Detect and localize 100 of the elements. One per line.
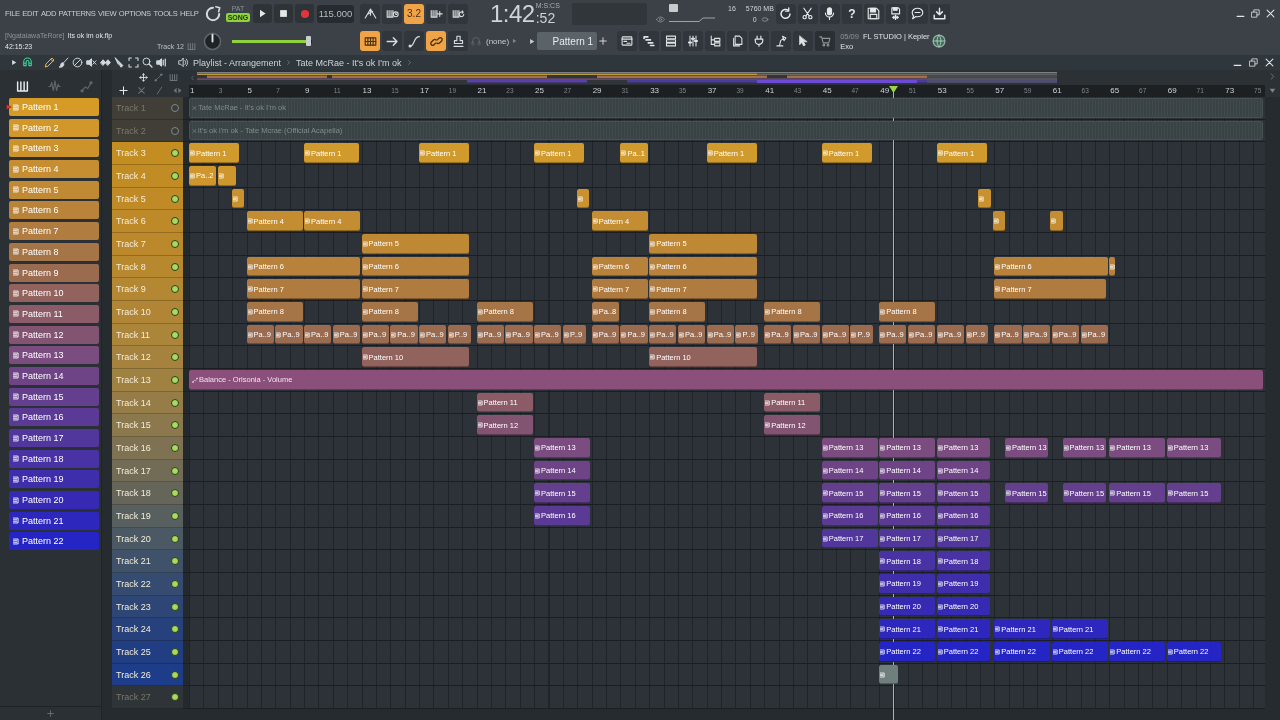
knob-icon[interactable] (203, 31, 222, 51)
pattern-clip[interactable] (1050, 211, 1063, 232)
track-header[interactable]: Track 5 (112, 187, 183, 211)
ring-icon[interactable] (204, 4, 222, 23)
mute-toggle[interactable] (171, 557, 179, 566)
mute-toggle[interactable] (171, 171, 179, 180)
globe-icon[interactable] (932, 34, 947, 48)
pattern-clip[interactable] (1109, 256, 1115, 277)
track-header[interactable]: Track 10 (112, 301, 183, 324)
mute-toggle[interactable] (171, 398, 179, 407)
channel-dropdown[interactable]: (none) (484, 33, 520, 49)
pattern-item[interactable]: Pattern 6 (9, 201, 99, 220)
toolbar-button[interactable] (727, 31, 748, 51)
track-header[interactable]: Track 25 (112, 641, 183, 664)
mute-toggle[interactable] (171, 285, 179, 294)
toolbar-button[interactable] (404, 31, 424, 51)
pattern-clip[interactable] (577, 188, 589, 209)
toolbar-button[interactable] (683, 31, 704, 51)
mute-toggle[interactable] (171, 217, 179, 226)
track-header[interactable]: Track 24 (112, 618, 183, 642)
track-header[interactable]: Track 14 (112, 391, 183, 415)
track-header[interactable]: Track 11 (112, 323, 183, 347)
track-header[interactable]: Track 6 (112, 210, 183, 234)
mute-toggle[interactable] (171, 489, 179, 498)
track-header[interactable]: Track 8 (112, 255, 183, 279)
toolbar-button[interactable]: 3.2 (404, 3, 424, 24)
close-icon[interactable] (1265, 58, 1274, 67)
pattern-item[interactable]: Pattern 3 (9, 139, 99, 158)
pattern-item[interactable]: Pattern 18 (9, 449, 99, 468)
mute-toggle[interactable] (171, 330, 179, 339)
toolbar-button[interactable] (360, 31, 380, 51)
pattern-item[interactable]: Pattern 7 (9, 222, 99, 241)
track-header[interactable]: Track 20 (112, 527, 183, 551)
track-header[interactable]: Track 9 (112, 278, 183, 302)
tempo-display[interactable]: 115.000 (317, 4, 354, 23)
mute-toggle[interactable] (171, 194, 179, 203)
mute-toggle[interactable] (171, 239, 179, 248)
speaker-cross-icon[interactable] (86, 57, 97, 68)
close-icon[interactable] (1266, 9, 1275, 18)
toolbar-button[interactable] (705, 31, 726, 51)
selection-icon[interactable] (128, 57, 139, 68)
toolbar-button[interactable] (863, 3, 884, 24)
track-header[interactable]: Track 27 (112, 686, 183, 710)
track-header[interactable]: Track 19 (112, 505, 183, 528)
pattern-item[interactable]: Pattern 16 (9, 408, 99, 427)
brush-icon[interactable] (58, 57, 69, 68)
mute-toggle[interactable] (171, 625, 179, 634)
mute-toggle[interactable] (171, 149, 179, 158)
mute-toggle[interactable] (171, 307, 179, 316)
pattern-item[interactable]: Pattern 15 (9, 387, 99, 406)
track-header[interactable]: Track 12 (112, 346, 183, 370)
mute-toggle[interactable] (171, 466, 179, 475)
magnifier-icon[interactable] (142, 57, 153, 68)
toolbar-button[interactable] (885, 3, 906, 24)
mute-toggle[interactable] (171, 421, 179, 430)
toolbar-button[interactable] (819, 3, 840, 24)
pattern-item[interactable]: Pattern 22 (9, 532, 99, 551)
toolbar-button[interactable] (771, 31, 792, 51)
track-header[interactable]: Track 21 (112, 550, 183, 574)
mute-toggle[interactable] (171, 647, 179, 656)
pattern-item[interactable]: Pattern 19 (9, 470, 99, 489)
toolbar-button[interactable] (448, 3, 468, 24)
song-overview-drawing[interactable] (197, 71, 1057, 84)
mute-toggle[interactable] (171, 126, 179, 135)
diamonds-icon[interactable] (100, 57, 111, 68)
mute-toggle[interactable] (171, 670, 179, 679)
pencil-icon[interactable] (44, 57, 55, 68)
pattern-clip[interactable] (992, 211, 1005, 232)
playhead-marker-icon[interactable] (889, 86, 899, 93)
stop-button[interactable] (274, 4, 293, 23)
mute-toggle[interactable] (171, 534, 179, 543)
triangle-icon[interactable] (1269, 86, 1276, 94)
move-arrows-icon[interactable] (139, 72, 148, 82)
track-header[interactable]: Track 3 (112, 142, 183, 165)
pattern-clip[interactable] (217, 166, 237, 186)
track-header[interactable]: Track 18 (112, 482, 183, 506)
pattern-item[interactable]: Pattern 13 (9, 346, 99, 365)
toolbar-button[interactable]: ? (841, 3, 862, 24)
track-header[interactable]: Track 13 (112, 369, 183, 392)
speaker-bars-icon[interactable] (156, 57, 167, 68)
mute-toggle[interactable] (171, 262, 179, 271)
toolbar-button[interactable] (775, 3, 796, 24)
track-header[interactable]: Track 22 (112, 573, 183, 596)
slider-handle[interactable] (305, 36, 311, 46)
toolbar-button[interactable] (448, 31, 468, 51)
toolbar-button[interactable] (617, 31, 638, 51)
knife-icon[interactable] (114, 57, 125, 68)
pattern-clip[interactable] (232, 188, 244, 209)
pattern-item[interactable]: Pattern 17 (9, 429, 99, 447)
pattern-item[interactable]: Pattern 20 (9, 491, 99, 510)
toolbar-button[interactable] (929, 3, 950, 24)
mute-toggle[interactable] (171, 353, 179, 362)
track-header[interactable]: Track 16 (112, 437, 183, 460)
mute-toggle[interactable] (171, 693, 179, 702)
mute-toggle[interactable] (171, 602, 179, 611)
restore-icon[interactable] (1249, 58, 1258, 67)
toolbar-button[interactable] (382, 31, 402, 51)
track-header[interactable]: Track 17 (112, 459, 183, 483)
toolbar-button[interactable] (793, 31, 814, 51)
toolbar-button[interactable] (907, 3, 928, 24)
